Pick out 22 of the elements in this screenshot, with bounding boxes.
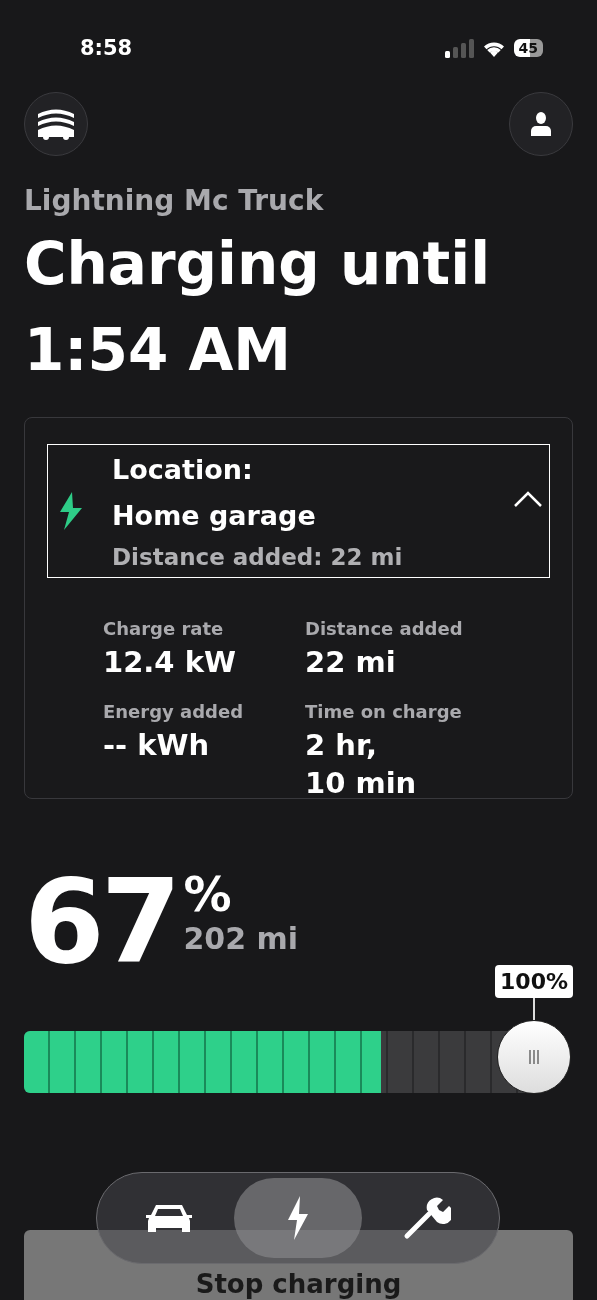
vehicle-name: Lightning Mc Truck — [24, 184, 325, 217]
stat-label: Time on charge — [305, 701, 463, 722]
stat-label: Charge rate — [103, 618, 225, 639]
chevron-icon — [513, 490, 543, 508]
charging-title: Charging until 1:54 AM — [24, 229, 492, 386]
percent-sign: % — [183, 867, 233, 921]
stat-value: 22 mi — [305, 644, 397, 681]
stat-label: Distance added — [305, 618, 464, 639]
stat-value: -- kWh — [103, 727, 211, 764]
stat-label: Energy added — [103, 701, 245, 722]
status-time: 8:58 — [80, 36, 133, 60]
limit-tooltip: 100% — [495, 965, 573, 998]
range-text: 202 mi — [183, 921, 299, 956]
location-selector[interactable]: Location: Home garage Distance added: 22 mi — [47, 444, 550, 578]
signal-icon — [443, 38, 474, 58]
lightning-icon — [58, 492, 84, 530]
stat-value: 2 hr, 10 min — [305, 727, 418, 802]
charge-percent: 67 — [24, 867, 178, 977]
stat-value: 12.4 kW — [103, 644, 237, 681]
person-icon — [530, 112, 552, 136]
battery-indicator: 45 — [513, 39, 543, 57]
stop-charging-button[interactable]: Stop charging — [24, 1230, 573, 1300]
